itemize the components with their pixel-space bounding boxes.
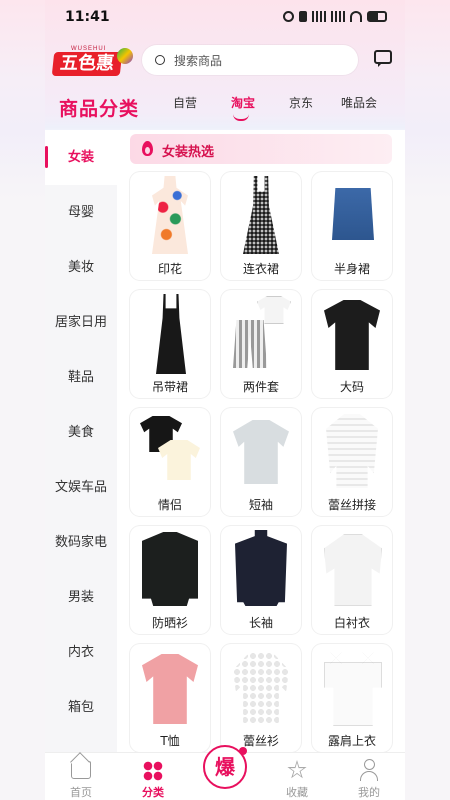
- sidebar-item-food[interactable]: 美食: [45, 405, 117, 460]
- nav-favorites[interactable]: 收藏: [261, 753, 333, 800]
- active-tab-indicator: [233, 114, 249, 121]
- product-tshirt[interactable]: T恤: [130, 644, 210, 752]
- nav-label: 首页: [70, 786, 92, 799]
- product-label: 印花: [157, 262, 182, 276]
- denim-skirt-icon: [320, 176, 384, 256]
- nav-label: 收藏: [286, 786, 308, 799]
- battery-icon: [367, 11, 387, 22]
- sidebar-item-baby[interactable]: 母婴: [45, 185, 117, 240]
- logo-blob-icon: [117, 48, 133, 64]
- product-lace-patch[interactable]: 蕾丝拼接: [312, 408, 392, 516]
- status-bar: 11:41: [45, 0, 405, 34]
- tab-jingdong[interactable]: 京东: [289, 94, 313, 111]
- tab-taobao[interactable]: 淘宝: [231, 94, 255, 121]
- product-label: 长袖: [248, 616, 273, 630]
- sidebar-item-bags[interactable]: 箱包: [45, 680, 117, 735]
- nav-label: 分类: [142, 786, 164, 799]
- product-couple[interactable]: 情侣: [130, 408, 210, 516]
- product-plus-size[interactable]: 大码: [312, 290, 392, 398]
- product-sun-protection[interactable]: 防晒衫: [130, 526, 210, 634]
- product-print[interactable]: 印花: [130, 172, 210, 280]
- fire-icon: [142, 141, 153, 156]
- star-icon: [287, 760, 307, 779]
- slip-dress-icon: [138, 294, 202, 374]
- app-screen: 11:41 WUSEHUI 五色惠 搜索商品 商品分类 自营 淘宝 京东 唯品会…: [45, 0, 405, 800]
- product-label: 短袖: [248, 498, 273, 512]
- home-icon: [71, 761, 91, 779]
- product-dress[interactable]: 连衣裙: [221, 172, 301, 280]
- sidebar-item-womens[interactable]: 女装: [45, 130, 117, 185]
- sidebar-item-digital[interactable]: 数码家电: [45, 515, 117, 570]
- sidebar-item-mens[interactable]: 男装: [45, 570, 117, 625]
- product-slip-dress[interactable]: 吊带裙: [130, 290, 210, 398]
- product-long-sleeve[interactable]: 长袖: [221, 526, 301, 634]
- product-label: 蕾丝拼接: [327, 498, 376, 512]
- product-label: 大码: [339, 380, 364, 394]
- platform-tabs: 自营 淘宝 京东 唯品会: [163, 94, 403, 124]
- app-logo[interactable]: WUSEHUI 五色惠: [51, 46, 133, 78]
- product-short-sleeve[interactable]: 短袖: [221, 408, 301, 516]
- product-label: 白衬衣: [333, 616, 370, 630]
- product-off-shoulder[interactable]: 露肩上衣: [312, 644, 392, 752]
- product-label: 吊带裙: [151, 380, 188, 394]
- bottom-nav: 首页 分类 爆 收藏 我的: [45, 745, 405, 800]
- alarm-icon: [283, 11, 294, 22]
- sidebar-item-beauty[interactable]: 美妆: [45, 240, 117, 295]
- product-label: 两件套: [242, 380, 279, 394]
- tab-ziying[interactable]: 自营: [173, 94, 197, 111]
- gray-tee-icon: [229, 412, 293, 492]
- cardigan-icon: [138, 530, 202, 610]
- product-label: 露肩上衣: [327, 734, 376, 748]
- tab-vipshop[interactable]: 唯品会: [341, 94, 377, 111]
- section-title: 女装热选: [162, 145, 215, 160]
- plaid-dress-icon: [229, 176, 293, 256]
- search-placeholder: 搜索商品: [174, 54, 223, 68]
- vibrate-icon: [299, 11, 307, 22]
- product-skirt[interactable]: 半身裙: [312, 172, 392, 280]
- product-label: 情侣: [157, 498, 182, 512]
- sidebar-item-shoes[interactable]: 鞋品: [45, 350, 117, 405]
- search-input[interactable]: 搜索商品: [142, 45, 358, 75]
- black-tee-icon: [320, 294, 384, 374]
- pink-tee-icon: [138, 648, 202, 728]
- wifi-icon: [350, 11, 362, 22]
- page-title: 商品分类: [59, 98, 140, 120]
- lace-shirt-icon: [229, 648, 293, 728]
- message-icon[interactable]: [374, 50, 392, 67]
- product-label: 半身裙: [333, 262, 370, 276]
- search-icon: [155, 55, 165, 65]
- product-white-shirt[interactable]: 白衬衣: [312, 526, 392, 634]
- nav-home[interactable]: 首页: [45, 753, 117, 800]
- product-label: T恤: [160, 734, 180, 748]
- turtleneck-icon: [229, 530, 293, 610]
- hot-dot-icon: [239, 747, 247, 755]
- sidebar-item-home[interactable]: 居家日用: [45, 295, 117, 350]
- signal-icon: [312, 11, 326, 22]
- category-sidebar: 女装 母婴 美妆 居家日用 鞋品 美食 文娱车品 数码家电 男装 内衣 箱包: [45, 130, 117, 752]
- nav-label: 我的: [358, 786, 380, 799]
- couple-tee-icon: [138, 412, 202, 492]
- product-label: 连衣裙: [242, 262, 279, 276]
- nav-category[interactable]: 分类: [117, 753, 189, 800]
- sidebar-item-underwear[interactable]: 内衣: [45, 625, 117, 680]
- signal-2-icon: [331, 11, 345, 22]
- print-dress-icon: [138, 176, 202, 256]
- user-icon: [359, 759, 379, 781]
- off-shoulder-icon: [320, 648, 384, 728]
- white-blouse-icon: [320, 530, 384, 610]
- status-time: 11:41: [65, 9, 110, 25]
- section-header: 女装热选: [130, 134, 392, 164]
- product-two-piece[interactable]: 两件套: [221, 290, 301, 398]
- lace-blouse-icon: [320, 412, 384, 492]
- product-lace-shirt[interactable]: 蕾丝衫: [221, 644, 301, 752]
- status-icons: [283, 11, 387, 22]
- two-piece-icon: [229, 294, 293, 374]
- logo-text: 五色惠: [51, 52, 123, 76]
- product-label: 防晒衫: [151, 616, 188, 630]
- sidebar-item-entertainment[interactable]: 文娱车品: [45, 460, 117, 515]
- category-content: 女装热选 印花 连衣裙 半身裙 吊带裙 两件套 大码 情侣 短袖 蕾丝拼接 防晒…: [117, 130, 405, 752]
- nav-mine[interactable]: 我的: [333, 753, 405, 800]
- category-icon: [143, 761, 163, 781]
